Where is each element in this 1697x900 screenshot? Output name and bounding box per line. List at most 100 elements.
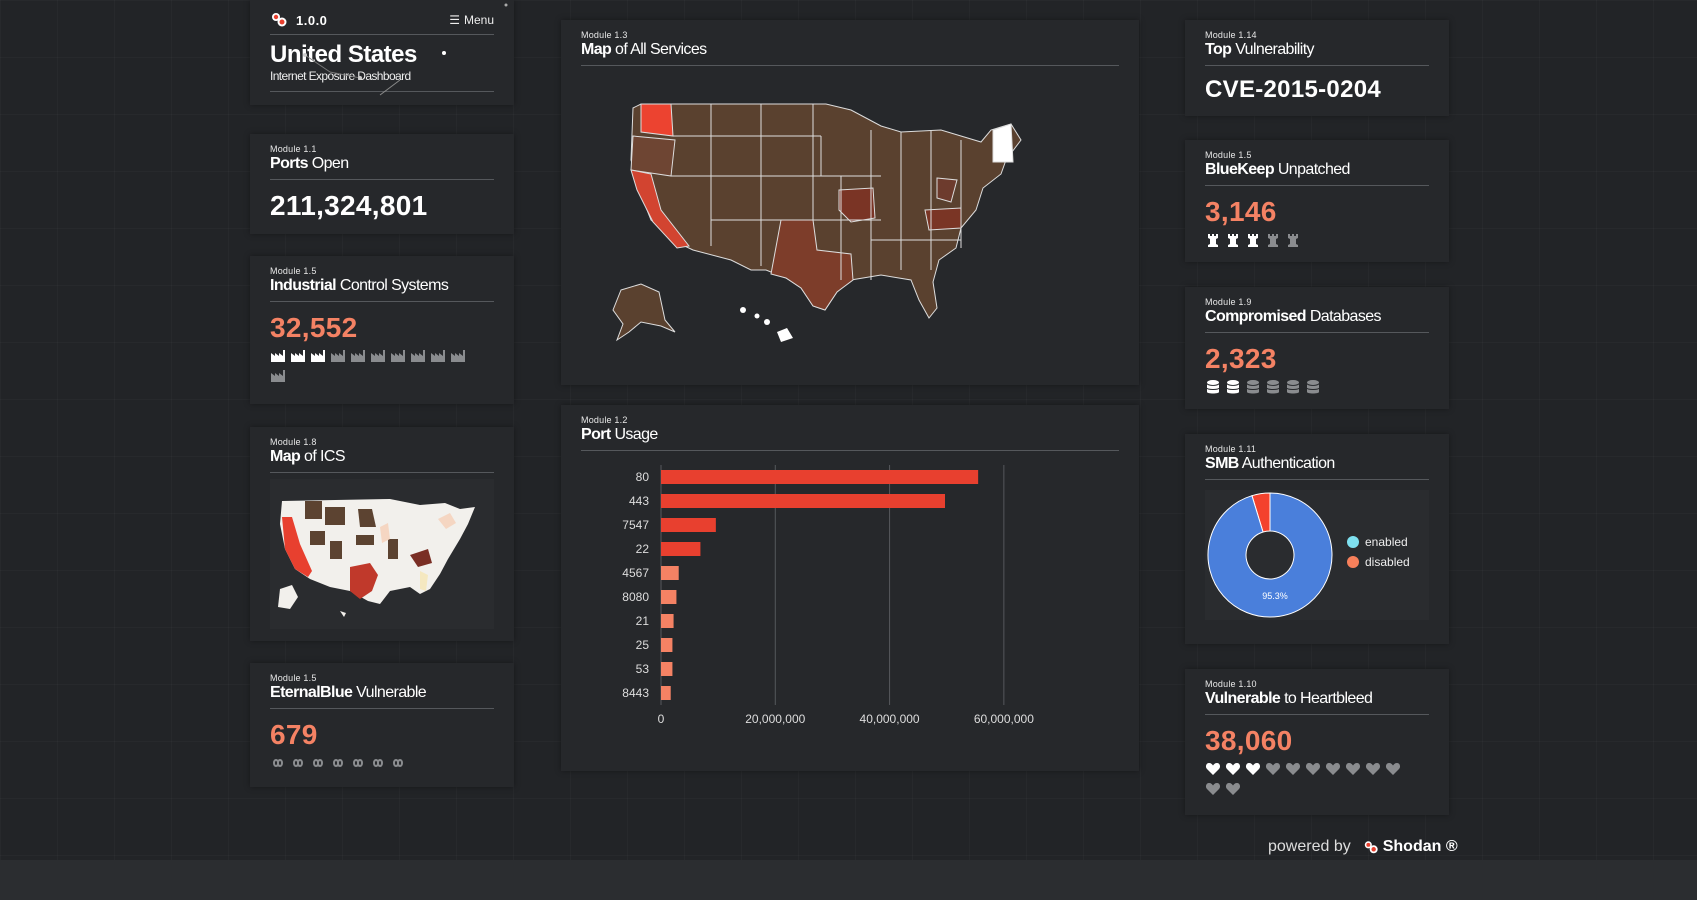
bar-port-4567[interactable] bbox=[661, 566, 679, 580]
module-label: Module 1.11 bbox=[1205, 444, 1257, 454]
eternalblue-icon-row bbox=[270, 755, 470, 771]
infinity-icon bbox=[372, 759, 384, 767]
bar-port-8080[interactable] bbox=[661, 590, 677, 604]
infinity-icon bbox=[292, 759, 304, 767]
module-title: Ports Open bbox=[270, 155, 494, 180]
menu-label: Menu bbox=[463, 13, 494, 27]
factory-icon bbox=[351, 350, 365, 362]
chess-rook-icon bbox=[1268, 234, 1278, 247]
version-row: 1.0.0 bbox=[270, 12, 327, 28]
factory-icon bbox=[331, 350, 345, 362]
heart-icon bbox=[1265, 763, 1281, 775]
module-label: Module 1.1 bbox=[270, 144, 317, 154]
shodan-brand-link[interactable]: Shodan ® bbox=[1363, 838, 1458, 856]
module-title: Map of All Services bbox=[581, 41, 1119, 66]
version-label: 1.0.0 bbox=[296, 12, 328, 28]
menu-button[interactable]: ☰ Menu bbox=[449, 13, 494, 27]
header-card: 1.0.0 ☰ Menu United States Internet Expo… bbox=[250, 0, 514, 105]
y-tick-label: 21 bbox=[636, 614, 650, 628]
module-label: Module 1.9 bbox=[1205, 297, 1252, 307]
ics-card: Module 1.5 Industrial Control Systems 32… bbox=[250, 256, 514, 404]
port-usage-card: Module 1.2 Port Usage 0 20,000,000 40,000,… bbox=[561, 405, 1139, 771]
y-tick-label: 443 bbox=[629, 494, 649, 508]
y-tick-label: 8080 bbox=[622, 590, 649, 604]
infinity-icon bbox=[392, 759, 404, 767]
slice-percent-label: 95.3% bbox=[1262, 591, 1288, 601]
ports-open-card: Module 1.1 Ports Open 211,324,801 bbox=[250, 134, 514, 234]
database-icon bbox=[1246, 380, 1260, 394]
module-label: Module 1.8 bbox=[270, 437, 317, 447]
legend-item-disabled[interactable]: disabled bbox=[1347, 555, 1410, 569]
powered-by-label: powered by bbox=[1268, 838, 1351, 855]
factory-icon bbox=[371, 350, 385, 362]
eternalblue-card: Module 1.5 EternalBlue Vulnerable 679 bbox=[250, 663, 514, 787]
heart-icon bbox=[1325, 763, 1341, 775]
infinity-icon bbox=[332, 759, 344, 767]
heart-icon bbox=[1205, 783, 1221, 795]
module-title: Port Usage bbox=[581, 426, 1119, 451]
dashboard-subtitle: Internet Exposure Dashboard bbox=[270, 69, 411, 83]
database-icon-row bbox=[1205, 379, 1405, 395]
heartbleed-value: 38,060 bbox=[1205, 725, 1293, 756]
factory-icon bbox=[271, 370, 285, 382]
chess-rook-icon bbox=[1248, 234, 1258, 247]
factory-icon bbox=[291, 350, 305, 362]
module-title: BlueKeep Unpatched bbox=[1205, 161, 1429, 186]
ics-map bbox=[270, 479, 494, 629]
compromised-db-card: Module 1.9 Compromised Databases 2,323 bbox=[1185, 287, 1449, 409]
module-label: Module 1.2 bbox=[581, 415, 628, 425]
map-ics-card: Module 1.8 Map of ICS bbox=[250, 427, 514, 641]
database-icon bbox=[1206, 380, 1220, 394]
y-tick-label: 22 bbox=[636, 542, 650, 556]
legend-item-enabled[interactable]: enabled bbox=[1347, 535, 1410, 549]
y-tick-label: 80 bbox=[636, 470, 650, 484]
top-vuln-value: CVE-2015-0204 bbox=[1205, 76, 1382, 103]
module-label: Module 1.5 bbox=[1205, 150, 1252, 160]
top-vuln-card: Module 1.14 Top Vulnerability CVE-2015-0… bbox=[1185, 20, 1449, 116]
bar-port-53[interactable] bbox=[661, 662, 673, 676]
chess-rook-icon bbox=[1228, 234, 1238, 247]
bar-port-21[interactable] bbox=[661, 614, 674, 628]
factory-icon bbox=[411, 350, 425, 362]
module-title: SMB Authentication bbox=[1205, 455, 1429, 480]
x-tick-label: 60,000,000 bbox=[974, 712, 1034, 726]
infinity-icon bbox=[312, 759, 324, 767]
module-label: Module 1.5 bbox=[270, 266, 317, 276]
factory-icon bbox=[311, 350, 325, 362]
ports-open-value: 211,324,801 bbox=[270, 190, 428, 221]
bar-port-7547[interactable] bbox=[661, 518, 716, 532]
database-icon bbox=[1266, 380, 1280, 394]
bar-port-8443[interactable] bbox=[661, 686, 671, 700]
chess-rook-icon bbox=[1288, 234, 1298, 247]
country-title: United States bbox=[270, 41, 417, 68]
y-tick-label: 25 bbox=[636, 638, 650, 652]
heartbleed-card: Module 1.10 Vulnerable to Heartbleed 38,… bbox=[1185, 669, 1449, 815]
bar-port-22[interactable] bbox=[661, 542, 701, 556]
infinity-icon bbox=[352, 759, 364, 767]
eternalblue-value: 679 bbox=[270, 719, 318, 750]
module-title: EternalBlue Vulnerable bbox=[270, 684, 494, 709]
database-icon bbox=[1226, 380, 1240, 394]
bottom-bar bbox=[0, 860, 1697, 900]
heart-icon bbox=[1245, 763, 1261, 775]
heart-icon bbox=[1225, 763, 1241, 775]
chess-rook-icon bbox=[1208, 234, 1218, 247]
database-icon bbox=[1286, 380, 1300, 394]
shodan-logo-icon bbox=[1364, 840, 1378, 853]
shodan-brand-label: Shodan ® bbox=[1382, 838, 1458, 855]
module-title: Vulnerable to Heartbleed bbox=[1205, 690, 1429, 715]
legend-dot-icon bbox=[1347, 536, 1359, 548]
factory-icon bbox=[431, 350, 445, 362]
x-tick-label: 0 bbox=[658, 712, 665, 726]
y-tick-label: 53 bbox=[636, 662, 650, 676]
bluekeep-icon-row bbox=[1205, 232, 1405, 248]
bar-port-443[interactable] bbox=[661, 494, 945, 508]
bar-port-25[interactable] bbox=[661, 638, 673, 652]
module-title: Industrial Control Systems bbox=[270, 277, 494, 302]
hamburger-icon: ☰ bbox=[449, 13, 460, 27]
x-tick-label: 20,000,000 bbox=[745, 712, 805, 726]
heart-icon bbox=[1205, 763, 1221, 775]
bluekeep-card: Module 1.5 BlueKeep Unpatched 3,146 bbox=[1185, 140, 1449, 262]
bar-port-80[interactable] bbox=[661, 470, 979, 484]
heart-icon bbox=[1365, 763, 1381, 775]
